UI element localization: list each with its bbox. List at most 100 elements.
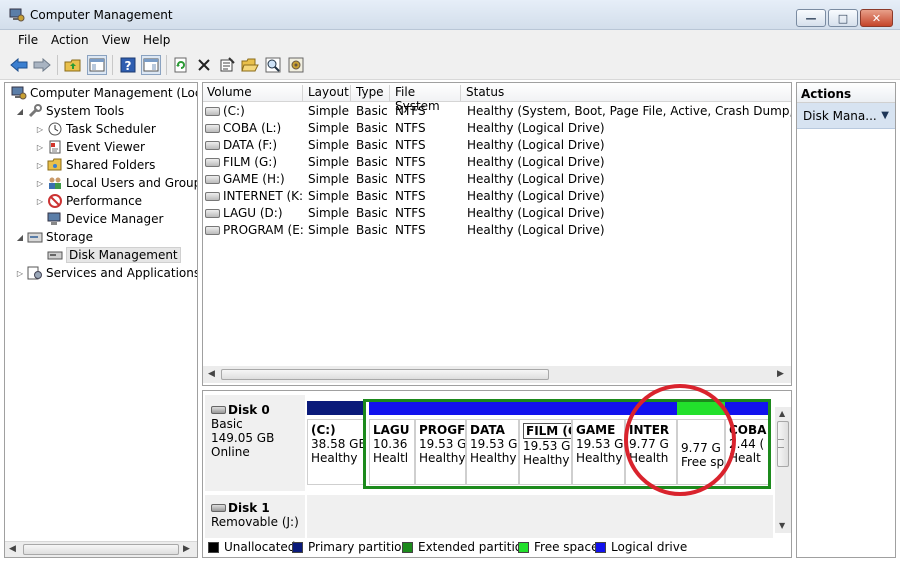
volume-row[interactable]: (C:) Simple Basic NTFS Healthy (System, Boot… [203,103,791,120]
volume-status: Healthy (Logical Drive) [467,189,605,203]
scroll-up-icon[interactable]: ▲ [779,409,785,418]
show-hide-action-pane-button[interactable] [141,55,161,75]
up-level-button[interactable] [63,55,83,75]
partition-type-bar [625,401,677,415]
partition-block[interactable]: (C:) 38.58 GE Healthy [307,401,364,486]
scrollbar-thumb[interactable] [23,544,179,555]
menu-action[interactable]: Action [51,33,89,47]
tree-item-event-viewer[interactable]: ▷ Event Viewer [35,138,145,156]
partition-block[interactable]: PROGF 19.53 G Healthy [415,401,466,486]
console-tree: Computer Management (Local ◢ System Tool… [4,82,198,558]
close-button[interactable]: ✕ [860,9,893,27]
partition-size: 38.58 GE [311,437,364,451]
tree-item-task-scheduler[interactable]: ▷ Task Scheduler [35,120,156,138]
help-button[interactable]: ? [118,55,138,75]
expand-triangle-icon[interactable]: ▷ [35,179,45,188]
scroll-right-icon[interactable]: ▶ [777,369,784,379]
disk1-label[interactable]: Disk 1 Removable (J:) [205,495,305,539]
expand-triangle-icon[interactable]: ▷ [35,143,45,152]
tree-item-performance[interactable]: ▷ Performance [35,192,142,210]
volume-row[interactable]: COBA (L:) Simple Basic NTFS Healthy (Logical… [203,120,791,137]
disk1-type: Removable (J:) [211,515,299,529]
settings-button[interactable] [286,55,306,75]
expand-triangle-icon[interactable]: ▷ [15,269,25,278]
tree-item-computer-management[interactable]: Computer Management (Local [9,84,198,102]
volume-disk-icon [205,158,220,167]
expand-triangle-icon[interactable]: ▷ [35,197,45,206]
refresh-button[interactable] [171,55,191,75]
scroll-right-icon[interactable]: ▶ [183,544,190,554]
tree-item-label: Computer Management (Local [30,86,198,100]
volume-name: (C:) [223,104,245,118]
volume-row[interactable]: GAME (H:) Simple Basic NTFS Healthy (Logical… [203,171,791,188]
column-header-layout[interactable]: Layout [304,85,351,102]
volume-file-system: NTFS [395,104,426,118]
tree-item-disk-management[interactable]: Disk Management [45,246,181,264]
svg-text:?: ? [125,59,132,73]
legend-swatch [208,541,219,553]
partition-status: Healt [729,451,761,465]
partition-block[interactable]: COBA 2.44 (Healt [725,401,771,486]
properties-button[interactable] [217,55,237,75]
column-header-file-system[interactable]: File System [391,85,461,113]
volume-row[interactable]: DATA (F:) Simple Basic NTFS Healthy (Logical… [203,137,791,154]
partition-type-bar [369,401,415,415]
column-header-type[interactable]: Type [352,85,390,102]
menu-view[interactable]: View [102,33,130,47]
expand-triangle-icon[interactable]: ▷ [35,125,45,134]
scroll-down-icon[interactable]: ▼ [779,521,785,530]
computer-management-icon [11,86,27,100]
volume-type: Basic [356,155,388,169]
partition-block[interactable]: FILM (G:19.53 GHealthy [519,401,572,486]
actions-disk-management[interactable]: Disk Mana... ▼ [797,103,895,129]
collapse-triangle-icon[interactable]: ◢ [15,233,25,242]
disk-vertical-scrollbar[interactable]: ▲ ▼ [775,407,791,533]
expand-triangle-icon[interactable]: ▷ [35,161,45,170]
partition-block[interactable]: GAME 19.53 G Healthy [572,401,625,486]
maximize-button[interactable]: □ [828,9,858,27]
partition-status: Free sp [681,455,725,469]
partition-block[interactable]: 9.77 G Free sp [677,401,725,486]
volume-name: PROGRAM (E:) [223,223,303,237]
search-button[interactable] [263,55,283,75]
collapse-arrow-icon[interactable]: ▼ [881,110,889,121]
tree-item-shared-folders[interactable]: ▷ Shared Folders [35,156,155,174]
scroll-left-icon[interactable]: ◀ [9,544,16,554]
column-header-volume[interactable]: Volume [203,85,303,102]
open-folder-button[interactable] [240,55,260,75]
volume-row[interactable]: FILM (G:) Simple Basic NTFS Healthy (Logical… [203,154,791,171]
tree-item-local-users-and-groups[interactable]: ▷ Local Users and Groups [35,174,197,192]
show-hide-console-tree-button[interactable] [87,55,107,75]
delete-button[interactable] [194,55,214,75]
volume-horizontal-scrollbar[interactable]: ◀ ▶ [203,366,791,383]
disk0-name: Disk 0 [228,403,270,417]
menu-file[interactable]: File [18,33,38,47]
tree-item-system-tools[interactable]: ◢ System Tools [15,102,124,120]
partition-block[interactable]: LAGU 10.36 Healtl [369,401,415,486]
partition-legend: Unallocated Primary partition Extended p… [202,538,792,558]
tree-horizontal-scrollbar[interactable]: ◀ ▶ [5,541,197,557]
partition-size: 9.77 G [629,437,669,451]
console-tree-icon [89,58,105,72]
forward-button[interactable] [32,55,52,75]
partition-block[interactable]: INTER 9.77 G Health [625,401,677,486]
tree-item-storage[interactable]: ◢ Storage [15,228,93,246]
minimize-button[interactable]: — [796,9,826,27]
disk1-name: Disk 1 [228,501,270,515]
tree-item-services-and-applications[interactable]: ▷ Services and Applications [15,264,197,282]
back-button[interactable] [9,55,29,75]
scroll-left-icon[interactable]: ◀ [208,369,215,379]
volume-row[interactable]: INTERNET (K:) Simple Basic NTFS Healthy (Log… [203,188,791,205]
volume-row[interactable]: LAGU (D:) Simple Basic NTFS Healthy (Logical… [203,205,791,222]
legend-label: Logical drive [611,540,688,554]
tree-item-device-manager[interactable]: Device Manager [45,210,163,228]
disk0-label[interactable]: Disk 0 Basic 149.05 GB Online [205,395,305,491]
partition-info: PROGF 19.53 G Healthy [415,419,466,485]
collapse-triangle-icon[interactable]: ◢ [15,107,25,116]
volume-row[interactable]: PROGRAM (E:) Simple Basic NTFS Healthy (Logi… [203,222,791,239]
partition-block[interactable]: DATA 19.53 G Healthy [466,401,519,486]
menu-help[interactable]: Help [143,33,170,47]
partition-type-bar [677,401,725,415]
column-header-status[interactable]: Status [462,85,790,102]
scrollbar-thumb[interactable] [221,369,549,380]
